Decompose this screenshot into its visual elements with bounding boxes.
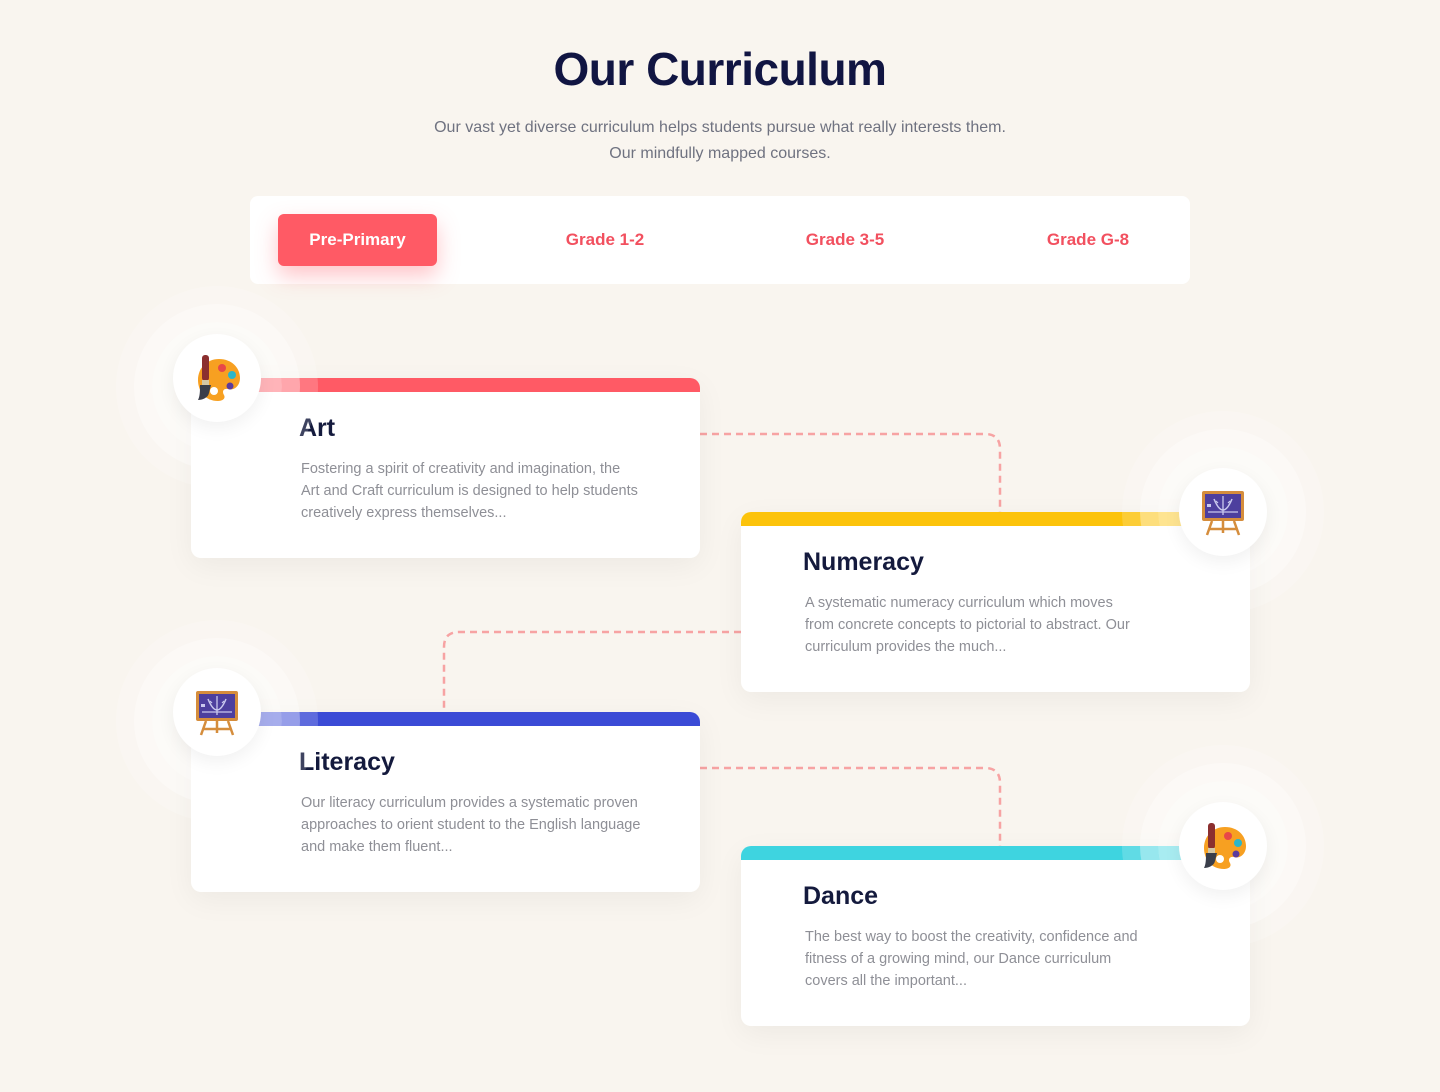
course-title: Numeracy bbox=[803, 548, 924, 576]
art-icon-badge bbox=[173, 334, 261, 422]
course-description: A systematic numeracy curriculum which m… bbox=[805, 595, 1130, 655]
connector-art-numeracy bbox=[700, 432, 1002, 512]
course-description: The best way to boost the creativity, co… bbox=[805, 929, 1138, 989]
connector-literacy-dance bbox=[700, 766, 1002, 846]
dance-icon-badge bbox=[1179, 802, 1267, 890]
course-title: Dance bbox=[803, 882, 879, 910]
course-description: Fostering a spirit of creativity and ima… bbox=[301, 461, 638, 521]
course-title: Literacy bbox=[299, 748, 395, 776]
connector-numeracy-literacy bbox=[442, 630, 741, 712]
course-description: Our literacy curriculum provides a syste… bbox=[301, 795, 641, 855]
numeracy-icon-badge bbox=[1179, 468, 1267, 556]
palette-icon bbox=[198, 355, 240, 401]
chalkboard-icon bbox=[196, 691, 238, 736]
literacy-icon-badge bbox=[173, 668, 261, 756]
palette-icon bbox=[1204, 823, 1246, 869]
course-title: Art bbox=[299, 414, 336, 442]
chalkboard-icon bbox=[1202, 491, 1244, 536]
